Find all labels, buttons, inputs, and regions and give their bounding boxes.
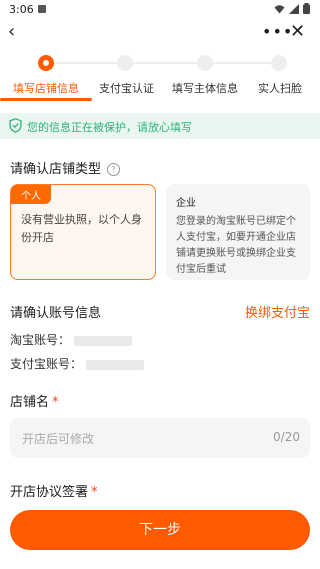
account-title: 请确认账号信息 <box>10 306 102 321</box>
help-icon[interactable]: ? <box>107 163 121 176</box>
status-time: 3:06 <box>9 3 34 16</box>
step-connector <box>47 62 120 64</box>
wifi-icon <box>274 4 285 13</box>
enterprise-title: 企业 <box>176 198 196 209</box>
shop-type-title: 请确认店铺类型? <box>10 158 121 177</box>
alipay-account-row: 支付宝账号： <box>10 355 145 372</box>
personal-tag: 个人 <box>11 185 51 204</box>
required-mark: * <box>52 395 59 410</box>
step-label-3: 填写主体信息 <box>172 82 238 95</box>
step-dot-1 <box>38 55 54 71</box>
step-connector <box>130 62 200 64</box>
more-icon[interactable]: ••• <box>262 22 293 42</box>
progress-steps: 填写店铺信息 支付宝认证 填写主体信息 实人扫脸 <box>0 52 320 102</box>
alipay-account-label: 支付宝账号： <box>10 357 83 371</box>
taobao-account-row: 淘宝账号： <box>10 331 133 348</box>
back-icon[interactable]: ‹ <box>8 22 28 42</box>
taobao-account-value-redacted <box>74 335 133 346</box>
rebind-alipay-link[interactable]: 换绑支付宝 <box>245 302 310 321</box>
agreement-title: 开店协议签署 * <box>10 481 98 500</box>
battery-icon <box>303 3 310 14</box>
shop-name-title-text: 店铺名 <box>10 395 50 410</box>
step-label-1: 填写店铺信息 <box>13 82 79 95</box>
step-label-4: 实人扫脸 <box>258 82 302 95</box>
protection-banner: 您的信息正在被保护，请放心填写 <box>0 113 320 139</box>
status-bar: 3:06 <box>0 0 320 18</box>
required-mark: * <box>91 485 98 500</box>
shop-name-title: 店铺名 * <box>10 391 59 410</box>
signal-icon <box>289 3 299 14</box>
shop-type-personal-card[interactable]: 个人 没有营业执照，以个人身份开店 <box>10 184 156 280</box>
step-label-2: 支付宝认证 <box>99 82 154 95</box>
enterprise-desc: 您登录的淘宝账号已绑定个人支付宝，如要开通企业店铺请更换账号或换绑企业支付宝后重… <box>176 216 296 275</box>
step-dot-2 <box>117 55 133 71</box>
alipay-account-value-redacted <box>86 359 145 370</box>
step-dot-3 <box>197 55 213 71</box>
agreement-title-text: 开店协议签署 <box>10 485 89 500</box>
step-dot-4 <box>271 55 287 71</box>
step-connector <box>210 62 273 64</box>
shop-name-field[interactable]: 0/20 <box>10 418 310 458</box>
shop-type-enterprise-card[interactable]: 企业 您登录的淘宝账号已绑定个人支付宝，如要开通企业店铺请更换账号或换绑企业支付… <box>166 184 310 280</box>
notification-icon <box>38 5 46 13</box>
shield-icon <box>9 118 22 133</box>
personal-desc: 没有营业执照，以个人身份开店 <box>21 213 142 244</box>
shop-name-counter: 0/20 <box>273 430 300 444</box>
close-icon[interactable]: ✕ <box>290 22 305 42</box>
nav-bar: ‹ ••• ✕ <box>0 20 320 46</box>
next-step-button[interactable]: 下一步 <box>10 510 310 550</box>
shop-name-input[interactable] <box>20 428 254 450</box>
protection-text: 您的信息正在被保护，请放心填写 <box>27 121 192 134</box>
active-step-indicator <box>0 98 92 101</box>
shop-type-title-text: 请确认店铺类型 <box>10 162 102 177</box>
status-icons <box>274 3 310 14</box>
taobao-account-label: 淘宝账号： <box>10 333 71 347</box>
